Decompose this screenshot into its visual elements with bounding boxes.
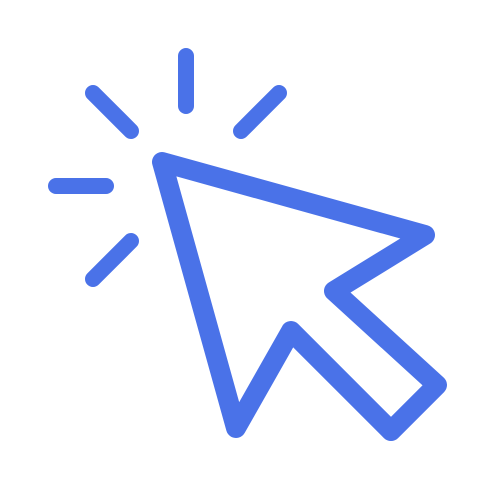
click-ray-top-left	[85, 85, 139, 139]
click-ray-top-right	[233, 85, 287, 139]
cursor-click-icon	[48, 48, 447, 441]
click-ray-bottom-left	[85, 233, 139, 287]
arrow-cursor-icon	[152, 152, 447, 441]
icon-canvas	[0, 0, 500, 500]
